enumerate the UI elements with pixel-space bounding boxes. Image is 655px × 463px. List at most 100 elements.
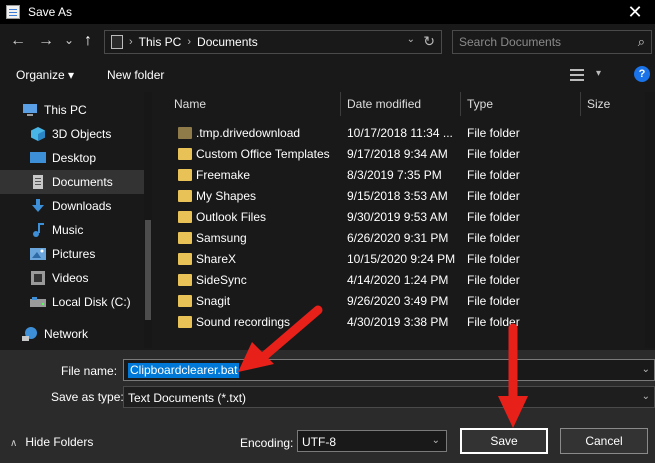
file-date: 9/15/2018 3:53 AM [347, 189, 448, 203]
save-type-label: Save as type: [51, 390, 124, 404]
network-icon [22, 327, 37, 341]
file-name-value[interactable]: Clipboardclearer.bat [128, 363, 240, 378]
file-type: File folder [467, 210, 520, 224]
file-date: 4/14/2020 1:24 PM [347, 273, 449, 287]
folder-icon [178, 190, 192, 202]
documents-icon [33, 175, 43, 189]
sidebar-item-label: Desktop [52, 151, 97, 165]
forward-icon[interactable]: → [38, 32, 54, 50]
refresh-icon[interactable]: ↻ [423, 33, 435, 50]
sidebar-item-label: Music [52, 223, 84, 237]
cancel-button[interactable]: Cancel [560, 428, 648, 454]
table-row[interactable]: SideSync 4/14/2020 1:24 PM File folder [154, 269, 644, 290]
file-name-field[interactable]: Clipboardclearer.bat ⌄ [123, 359, 655, 381]
address-dropdown-icon[interactable]: ⌄ [407, 34, 415, 45]
breadcrumb-documents[interactable]: Documents [197, 35, 258, 49]
search-input[interactable] [453, 31, 623, 53]
file-date: 9/30/2019 9:53 AM [347, 210, 448, 224]
save-type-value: Text Documents (*.txt) [128, 391, 247, 405]
file-name: Freemake [196, 168, 251, 182]
sidebar-item-3d-objects[interactable]: 3D Objects [0, 122, 152, 146]
sidebar-item-label: Videos [52, 271, 89, 285]
organize-menu[interactable]: Organize ▾ [16, 68, 74, 82]
download-icon [32, 199, 44, 212]
folder-icon [178, 127, 192, 139]
breadcrumb-this-pc[interactable]: This PC [139, 35, 182, 49]
sidebar-item-music[interactable]: Music [0, 218, 152, 242]
encoding-value: UTF-8 [302, 435, 336, 449]
sidebar-item-label: Documents [52, 175, 113, 189]
file-list-scrollbar[interactable] [645, 92, 655, 348]
view-dropdown-icon[interactable]: ▾ [596, 68, 601, 79]
window-title: Save As [28, 5, 73, 19]
recent-locations-icon[interactable]: ⌄ [64, 31, 74, 49]
file-name: Samsung [196, 231, 247, 245]
new-folder-button[interactable]: New folder [107, 68, 164, 82]
file-date: 4/30/2019 3:38 PM [347, 315, 449, 329]
sidebar-item-this-pc[interactable]: This PC [0, 98, 152, 122]
save-type-select[interactable]: Text Documents (*.txt) ⌄ [123, 386, 655, 408]
table-row[interactable]: My Shapes 9/15/2018 3:53 AM File folder [154, 185, 644, 206]
table-row[interactable]: Freemake 8/3/2019 7:35 PM File folder [154, 164, 644, 185]
column-header-label: Size [587, 97, 611, 111]
address-bar[interactable]: › This PC › Documents ⌄ ↻ [104, 30, 442, 54]
address-row: ← → ⌄ ↑ › This PC › Documents ⌄ ↻ ⌕ [0, 26, 655, 58]
table-row[interactable]: Samsung 6/26/2020 9:31 PM File folder [154, 227, 644, 248]
file-name-dropdown-icon[interactable]: ⌄ [642, 364, 650, 375]
table-row[interactable]: Sound recordings 4/30/2019 3:38 PM File … [154, 311, 644, 332]
file-name-label: File name: [61, 364, 118, 378]
pc-icon [23, 104, 37, 116]
notepad-icon [6, 5, 20, 19]
up-icon[interactable]: ↑ [84, 32, 92, 50]
table-row[interactable]: Outlook Files 9/30/2019 9:53 AM File fol… [154, 206, 644, 227]
table-row[interactable]: Snagit 9/26/2020 3:49 PM File folder [154, 290, 644, 311]
table-row[interactable]: Custom Office Templates 9/17/2018 9:34 A… [154, 143, 644, 164]
folder-icon [178, 274, 192, 286]
file-type: File folder [467, 252, 520, 266]
breadcrumb-separator: › [187, 36, 192, 48]
back-icon[interactable]: ← [10, 32, 26, 50]
file-name: My Shapes [196, 189, 257, 203]
title-bar: Save As ✕ [0, 0, 655, 24]
sidebar-item-label: Local Disk (C:) [52, 295, 131, 309]
file-date: 8/3/2019 7:35 PM [347, 168, 442, 182]
sidebar-item-videos[interactable]: Videos [0, 266, 152, 290]
sidebar-item-desktop[interactable]: Desktop [0, 146, 152, 170]
help-icon[interactable]: ? [634, 66, 650, 82]
file-type: File folder [467, 168, 520, 182]
view-options-icon[interactable] [570, 69, 584, 81]
sidebar-scroll-thumb[interactable] [145, 220, 151, 320]
close-button[interactable]: ✕ [615, 0, 655, 24]
folder-icon [178, 148, 192, 160]
encoding-dropdown-icon[interactable]: ⌄ [432, 435, 440, 446]
sidebar-item-label: Downloads [52, 199, 112, 213]
command-bar: Organize ▾ New folder ▾ ? [0, 60, 655, 90]
table-row[interactable]: ShareX 10/15/2020 9:24 PM File folder [154, 248, 644, 269]
hide-folders-button[interactable]: ∧ Hide Folders [10, 435, 93, 449]
folder-icon [178, 232, 192, 244]
file-name: ShareX [196, 252, 237, 266]
file-list: ^ Name Date modified Type Size .tmp.driv… [154, 92, 655, 348]
file-name: .tmp.drivedownload [196, 126, 301, 140]
sidebar-item-pictures[interactable]: Pictures [0, 242, 152, 266]
search-box[interactable]: ⌕ [452, 30, 652, 54]
encoding-select[interactable]: UTF-8 ⌄ [297, 430, 447, 452]
sidebar-item-network[interactable]: Network [0, 322, 152, 346]
search-icon[interactable]: ⌕ [638, 34, 645, 50]
save-type-dropdown-icon[interactable]: ⌄ [642, 391, 650, 402]
column-header-name[interactable]: Name [168, 92, 341, 116]
navigation-pane: This PC 3D Objects Desktop Documents Dow… [0, 92, 152, 348]
sidebar-item-documents[interactable]: Documents [0, 170, 152, 194]
file-type: File folder [467, 294, 520, 308]
file-type: File folder [467, 189, 520, 203]
sidebar-item-local-disk[interactable]: Local Disk (C:) [0, 290, 152, 314]
save-button[interactable]: Save [460, 428, 548, 454]
cube-icon [31, 127, 45, 141]
column-header-type[interactable]: Type [461, 92, 581, 116]
sidebar-scrollbar[interactable] [144, 92, 152, 348]
column-header-date-modified[interactable]: Date modified [341, 92, 461, 116]
file-date: 9/17/2018 9:34 AM [347, 147, 448, 161]
table-row[interactable]: .tmp.drivedownload 10/17/2018 11:34 ... … [154, 122, 644, 143]
column-header-size[interactable]: Size [581, 92, 651, 116]
sidebar-item-downloads[interactable]: Downloads [0, 194, 152, 218]
